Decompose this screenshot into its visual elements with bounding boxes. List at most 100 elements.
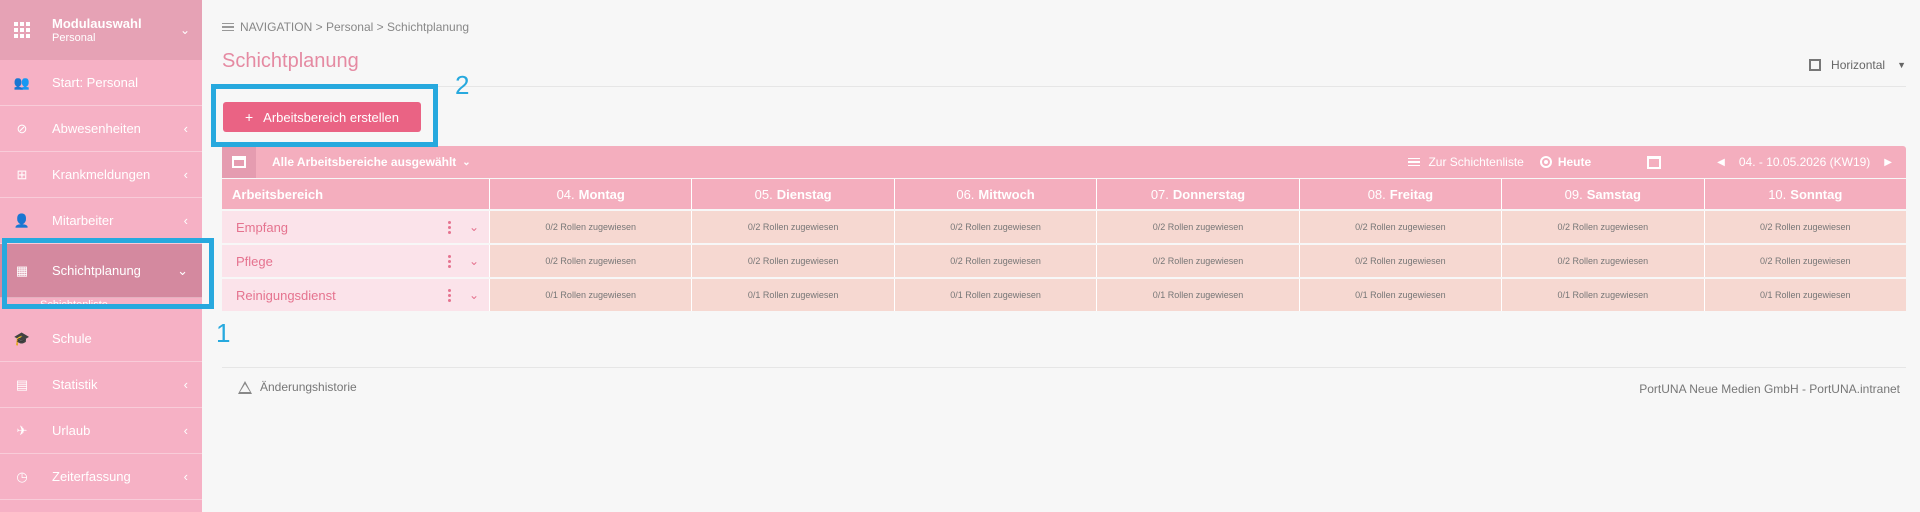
shift-cell[interactable]: 0/2 Rollen zugewiesen bbox=[1299, 245, 1503, 277]
date-picker-icon[interactable] bbox=[1647, 155, 1662, 169]
shift-cell[interactable]: 0/2 Rollen zugewiesen bbox=[1299, 211, 1503, 243]
sidebar-item-schule[interactable]: 🎓 Schule bbox=[0, 316, 202, 362]
sidebar-item-zeiterfassung[interactable]: ◷ Zeiterfassung ‹ bbox=[0, 454, 202, 500]
table-row: Pflege ⌄ 0/2 Rollen zugewiesen 0/2 Rolle… bbox=[222, 245, 1906, 277]
shift-cell[interactable]: 0/1 Rollen zugewiesen bbox=[1299, 279, 1503, 311]
day-name: Mittwoch bbox=[978, 186, 1035, 202]
shift-cell[interactable]: 0/1 Rollen zugewiesen bbox=[490, 279, 693, 311]
shift-cell[interactable]: 0/2 Rollen zugewiesen bbox=[490, 245, 693, 277]
chevron-down-icon: ⌄ bbox=[462, 156, 471, 168]
shift-cell[interactable]: 0/2 Rollen zugewiesen bbox=[1704, 245, 1906, 277]
next-week-button[interactable]: ▶ bbox=[1884, 157, 1892, 168]
sidebar-item-label: Krankmeldungen bbox=[52, 167, 151, 182]
shift-cell[interactable]: 0/2 Rollen zugewiesen bbox=[1097, 211, 1300, 243]
shift-cell[interactable]: 0/2 Rollen zugewiesen bbox=[1502, 245, 1705, 277]
schedule-toolbar: Alle Arbeitsbereiche ausgewählt ⌄ Zur Sc… bbox=[222, 146, 1906, 178]
shift-cell[interactable]: 0/1 Rollen zugewiesen bbox=[1502, 279, 1705, 311]
sidebar-item-label: Schule bbox=[52, 331, 92, 346]
sidebar-item-label: Zeiterfassung bbox=[52, 469, 131, 484]
view-mode-label: Horizontal bbox=[1831, 58, 1886, 72]
day-name: Freitag bbox=[1389, 186, 1434, 202]
sidebar-item-urlaub[interactable]: ✈ Urlaub ‹ bbox=[0, 408, 202, 454]
company-footer: PortUNA Neue Medien GmbH - PortUNA.intra… bbox=[1639, 382, 1900, 396]
annotation-marker-2: 2 bbox=[455, 70, 470, 100]
view-mode-dropdown[interactable]: Horizontal ▼ bbox=[1809, 58, 1906, 72]
day-number: 04. bbox=[556, 186, 575, 202]
day-number: 10. bbox=[1768, 186, 1787, 202]
day-number: 08. bbox=[1367, 186, 1386, 202]
more-options-icon[interactable] bbox=[447, 288, 453, 303]
day-number: 05. bbox=[754, 186, 773, 202]
breadcrumb-personal[interactable]: Personal bbox=[326, 20, 373, 34]
prev-week-button[interactable]: ◀ bbox=[1717, 157, 1725, 168]
header-workarea: Arbeitsbereich bbox=[222, 179, 490, 209]
header-day: 04. Montag bbox=[490, 179, 693, 209]
chevron-left-icon: ‹ bbox=[183, 213, 188, 228]
grid-header: Arbeitsbereich 04. Montag 05. Dienstag 06.… bbox=[222, 179, 1906, 209]
chevron-left-icon: ‹ bbox=[183, 121, 188, 136]
sidebar-item-statistik[interactable]: ▤ Statistik ‹ bbox=[0, 362, 202, 408]
shift-list-link[interactable]: Zur Schichtenliste bbox=[1408, 155, 1524, 169]
page-title: Schichtplanung bbox=[222, 50, 359, 72]
header-day: 10. Sonntag bbox=[1705, 179, 1906, 209]
sidebar-item-abwesenheiten[interactable]: ⊘ Abwesenheiten ‹ bbox=[0, 106, 202, 152]
schedule-grid: Arbeitsbereich 04. Montag 05. Dienstag 06.… bbox=[222, 179, 1906, 311]
target-icon bbox=[1539, 156, 1552, 168]
divider bbox=[222, 86, 1906, 87]
warning-triangle-icon bbox=[238, 380, 252, 394]
today-button[interactable]: Heute bbox=[1539, 155, 1592, 169]
shift-cell[interactable]: 0/1 Rollen zugewiesen bbox=[894, 279, 1098, 311]
shift-cell[interactable]: 0/1 Rollen zugewiesen bbox=[1704, 279, 1906, 311]
shift-cell[interactable]: 0/2 Rollen zugewiesen bbox=[894, 211, 1098, 243]
plane-icon: ✈ bbox=[16, 422, 28, 438]
day-name: Sonntag bbox=[1790, 186, 1843, 202]
day-name: Dienstag bbox=[776, 186, 832, 202]
chevron-down-icon[interactable]: ⌄ bbox=[469, 220, 479, 234]
shift-cell[interactable]: 0/2 Rollen zugewiesen bbox=[692, 245, 895, 277]
chevron-left-icon: ‹ bbox=[183, 167, 188, 182]
plus-box-icon: ⊞ bbox=[16, 166, 28, 182]
people-icon: 👥 bbox=[13, 74, 31, 90]
sidebar-item-start[interactable]: 👥 Start: Personal bbox=[0, 60, 202, 106]
sidebar-item-label: Abwesenheiten bbox=[52, 121, 141, 136]
day-name: Donnerstag bbox=[1172, 186, 1246, 202]
breadcrumb-separator: > bbox=[376, 20, 384, 34]
workarea-name[interactable]: Pflege bbox=[236, 254, 447, 269]
shift-list-label: Zur Schichtenliste bbox=[1428, 155, 1524, 169]
shift-cell[interactable]: 0/2 Rollen zugewiesen bbox=[1502, 211, 1705, 243]
list-icon bbox=[1408, 156, 1421, 169]
day-name: Montag bbox=[578, 186, 625, 202]
header-day: 08. Freitag bbox=[1300, 179, 1503, 209]
today-label: Heute bbox=[1557, 155, 1592, 169]
menu-icon[interactable] bbox=[222, 21, 234, 34]
sidebar-item-label: Start: Personal bbox=[52, 75, 138, 90]
chevron-down-icon[interactable]: ⌄ bbox=[469, 288, 479, 302]
breadcrumb-nav[interactable]: NAVIGATION bbox=[240, 20, 312, 34]
shift-cell[interactable]: 0/2 Rollen zugewiesen bbox=[1704, 211, 1906, 243]
day-number: 07. bbox=[1150, 186, 1169, 202]
more-options-icon[interactable] bbox=[447, 220, 453, 235]
header-day: 06. Mittwoch bbox=[895, 179, 1098, 209]
workarea-filter-dropdown[interactable]: Alle Arbeitsbereiche ausgewählt ⌄ bbox=[272, 155, 471, 169]
clock-icon: ◷ bbox=[16, 468, 28, 484]
change-history-link[interactable]: Änderungshistorie bbox=[238, 380, 357, 394]
day-name: Samstag bbox=[1586, 186, 1641, 202]
sidebar-item-krankmeldungen[interactable]: ⊞ Krankmeldungen ‹ bbox=[0, 152, 202, 198]
shift-cell[interactable]: 0/2 Rollen zugewiesen bbox=[490, 211, 693, 243]
chevron-down-icon[interactable]: ⌄ bbox=[469, 254, 479, 268]
shift-cell[interactable]: 0/1 Rollen zugewiesen bbox=[692, 279, 895, 311]
shift-cell[interactable]: 0/1 Rollen zugewiesen bbox=[1097, 279, 1300, 311]
sidebar-item-label: Urlaub bbox=[52, 423, 91, 438]
header-day: 09. Samstag bbox=[1502, 179, 1705, 209]
chevron-left-icon: ‹ bbox=[183, 469, 188, 484]
shift-cell[interactable]: 0/2 Rollen zugewiesen bbox=[692, 211, 895, 243]
shift-cell[interactable]: 0/2 Rollen zugewiesen bbox=[1097, 245, 1300, 277]
header-day: 07. Donnerstag bbox=[1097, 179, 1300, 209]
shift-cell[interactable]: 0/2 Rollen zugewiesen bbox=[894, 245, 1098, 277]
module-selector[interactable]: Modulauswahl Personal ⌄ bbox=[0, 0, 202, 60]
workarea-name[interactable]: Reinigungsdienst bbox=[236, 288, 447, 303]
more-options-icon[interactable] bbox=[447, 254, 453, 269]
layout-icon bbox=[1809, 59, 1822, 71]
caret-down-icon: ▼ bbox=[1897, 60, 1906, 70]
workarea-name[interactable]: Empfang bbox=[236, 220, 447, 235]
